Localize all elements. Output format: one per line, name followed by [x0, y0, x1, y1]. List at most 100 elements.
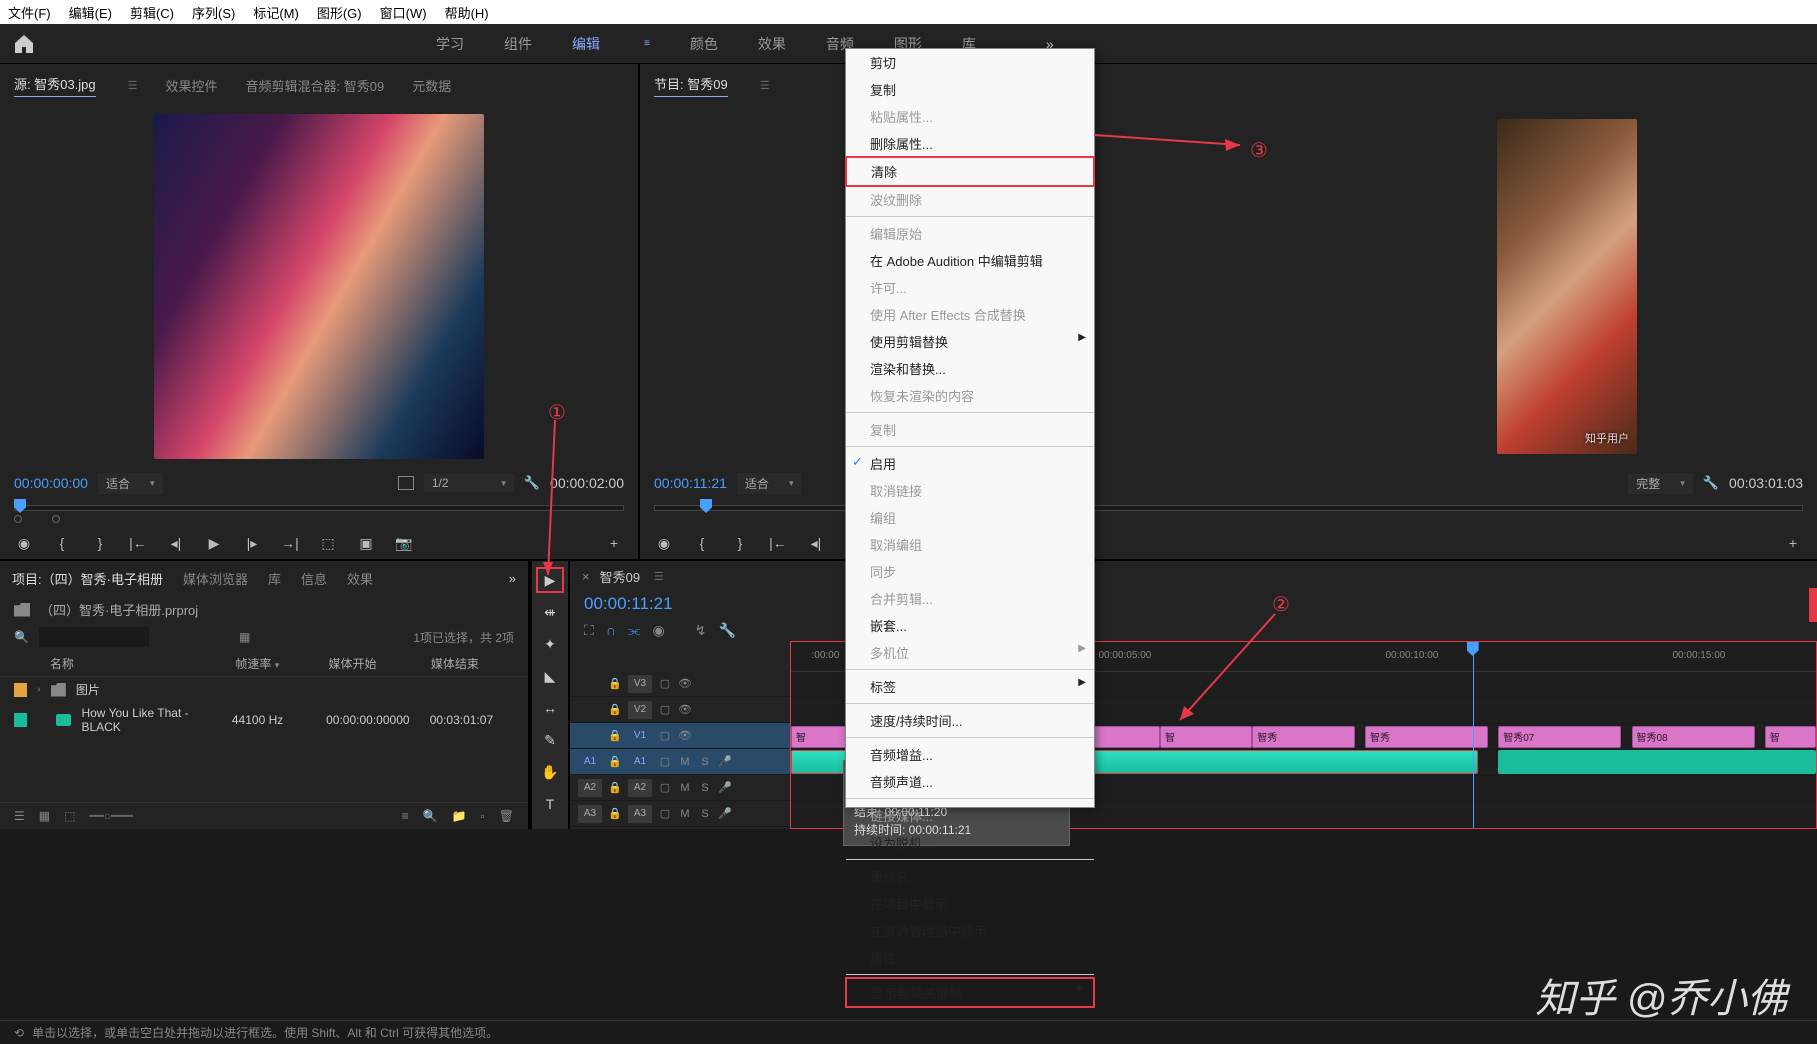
context-item[interactable]: 速度/持续时间...: [846, 707, 1094, 734]
output-icon[interactable]: ▢: [658, 677, 672, 690]
timeline-timecode[interactable]: 00:00:11:21: [584, 594, 673, 613]
mute-icon[interactable]: M: [678, 756, 692, 768]
context-item[interactable]: 设为脱机...: [846, 829, 1094, 856]
markers-icon[interactable]: ◉: [652, 622, 664, 639]
video-clip[interactable]: 智秀: [1365, 726, 1488, 748]
program-zoom-select[interactable]: 适合▾: [737, 473, 802, 494]
workspace-效果[interactable]: 效果: [758, 34, 786, 54]
track-target[interactable]: A2: [628, 779, 652, 797]
video-clip[interactable]: 智秀08: [1632, 726, 1755, 748]
col-mediaend[interactable]: 媒体结束: [431, 655, 514, 672]
context-item[interactable]: 在资源管理器中显示...: [846, 917, 1094, 944]
overflow-icon[interactable]: »: [509, 571, 516, 586]
snap-icon[interactable]: ∩: [606, 622, 616, 639]
undo-icon[interactable]: ⟲: [14, 1026, 24, 1040]
eye-icon[interactable]: 👁: [678, 703, 692, 716]
stepback-icon[interactable]: ◂|: [166, 533, 186, 553]
proj-tab-lib[interactable]: 库: [268, 569, 281, 588]
video-track-header[interactable]: 🔒V2▢👁: [570, 697, 790, 723]
mute-icon[interactable]: M: [678, 782, 692, 794]
src-patch[interactable]: A3: [578, 805, 602, 823]
voiceover-icon[interactable]: 🎤: [718, 755, 732, 768]
workspace-颜色[interactable]: 颜色: [690, 34, 718, 54]
mute-icon[interactable]: M: [678, 808, 692, 820]
context-item[interactable]: 清除: [845, 156, 1095, 187]
source-tab-metadata[interactable]: 元数据: [412, 76, 451, 95]
track-target[interactable]: V3: [628, 675, 652, 693]
freeformview-icon[interactable]: ⬚: [64, 809, 75, 823]
workspace-组件[interactable]: 组件: [504, 34, 532, 54]
lock-icon[interactable]: 🔒: [608, 755, 622, 768]
listview-icon[interactable]: ☰: [14, 809, 25, 823]
pen-tool[interactable]: ✎: [536, 727, 564, 753]
audio-track-header[interactable]: A2🔒A2▢MS🎤: [570, 775, 790, 801]
wrench-icon[interactable]: 🔧: [718, 622, 735, 639]
plus-icon[interactable]: +: [1783, 533, 1803, 553]
context-item[interactable]: 渲染和替换...: [846, 355, 1094, 382]
hand-tool[interactable]: ✋: [536, 759, 564, 785]
list-item[interactable]: ›图片: [0, 677, 528, 702]
find-icon[interactable]: 🔍: [423, 809, 438, 823]
source-scrubber[interactable]: [0, 499, 638, 527]
razor-tool[interactable]: ◣: [536, 663, 564, 689]
context-item[interactable]: 属性: [846, 944, 1094, 971]
video-clip[interactable]: 智: [1765, 726, 1816, 748]
track-target[interactable]: V1: [628, 727, 652, 745]
menu-帮助[interactable]: 帮助(H): [445, 3, 489, 22]
col-framerate[interactable]: 帧速率 ▾: [235, 655, 318, 672]
hamburger-icon[interactable]: ☰: [760, 79, 770, 92]
plus-icon[interactable]: +: [604, 533, 624, 553]
timeline-tab[interactable]: 智秀09: [600, 567, 640, 586]
source-tab-source[interactable]: 源: 智秀03.jpg: [14, 74, 96, 97]
gotoin-icon[interactable]: |←: [128, 533, 148, 553]
video-clip[interactable]: 智秀07: [1498, 726, 1621, 748]
source-zoom-select[interactable]: 适合▾: [98, 473, 163, 494]
program-tc-in[interactable]: 00:00:11:21: [654, 475, 727, 491]
program-resolution-select[interactable]: 完整▾: [1628, 473, 1693, 494]
menu-文件[interactable]: 文件(F): [8, 3, 51, 22]
addmarker-icon[interactable]: ◉: [14, 533, 34, 553]
selection-tool[interactable]: ▶: [536, 567, 564, 593]
context-item[interactable]: 复制: [846, 76, 1094, 103]
hamburger-icon[interactable]: ☰: [654, 570, 664, 583]
source-tab-audiomixer[interactable]: 音频剪辑混合器: 智秀09: [246, 76, 385, 95]
addmarker-icon[interactable]: ◉: [654, 533, 674, 553]
hamburger-icon[interactable]: ☰: [128, 79, 138, 92]
voiceover-icon[interactable]: 🎤: [718, 781, 732, 794]
list-item[interactable]: How You Like That - BLACK44100 Hz00:00:0…: [0, 702, 528, 738]
context-item[interactable]: 音频增益...: [846, 741, 1094, 768]
menu-图形[interactable]: 图形(G): [317, 3, 362, 22]
proj-tab-mediabrowser[interactable]: 媒体浏览器: [183, 569, 248, 588]
source-tc-in[interactable]: 00:00:00:00: [14, 475, 88, 491]
solo-icon[interactable]: S: [698, 808, 712, 820]
program-tab[interactable]: 节目: 智秀09: [654, 74, 728, 97]
insert-icon[interactable]: ⬚: [318, 533, 338, 553]
track-target[interactable]: A1: [628, 753, 652, 771]
solo-icon[interactable]: S: [698, 782, 712, 794]
slip-tool[interactable]: ↔: [536, 695, 564, 721]
markout-icon[interactable]: }: [730, 533, 750, 553]
home-icon[interactable]: [12, 32, 36, 56]
type-tool[interactable]: T: [536, 791, 564, 817]
program-scrubber[interactable]: [640, 499, 1817, 527]
menu-序列[interactable]: 序列(S): [192, 3, 235, 22]
video-clip[interactable]: 智: [1160, 726, 1252, 748]
track-target[interactable]: A3: [628, 805, 652, 823]
context-item[interactable]: 音频声道...: [846, 768, 1094, 795]
output-icon[interactable]: ▢: [658, 703, 672, 716]
trash-icon[interactable]: 🗑: [499, 809, 514, 823]
menu-标记[interactable]: 标记(M): [253, 3, 299, 22]
source-resolution-icon[interactable]: [398, 476, 414, 490]
output-icon[interactable]: ▢: [658, 729, 672, 742]
gotoin-icon[interactable]: |←: [768, 533, 788, 553]
ripple-tool[interactable]: ✦: [536, 631, 564, 657]
close-icon[interactable]: ×: [582, 569, 590, 584]
context-item[interactable]: 在 Adobe Audition 中编辑剪辑: [846, 247, 1094, 274]
expand-icon[interactable]: ›: [37, 684, 40, 695]
program-monitor[interactable]: 知乎用户: [640, 105, 1817, 467]
lock-icon[interactable]: 🔒: [608, 703, 622, 716]
stepfwd-icon[interactable]: |▸: [242, 533, 262, 553]
audio-track-header[interactable]: A3🔒A3▢MS🎤: [570, 801, 790, 827]
trackselect-tool[interactable]: ⇺: [536, 599, 564, 625]
source-tab-effectcontrols[interactable]: 效果控件: [166, 76, 218, 95]
